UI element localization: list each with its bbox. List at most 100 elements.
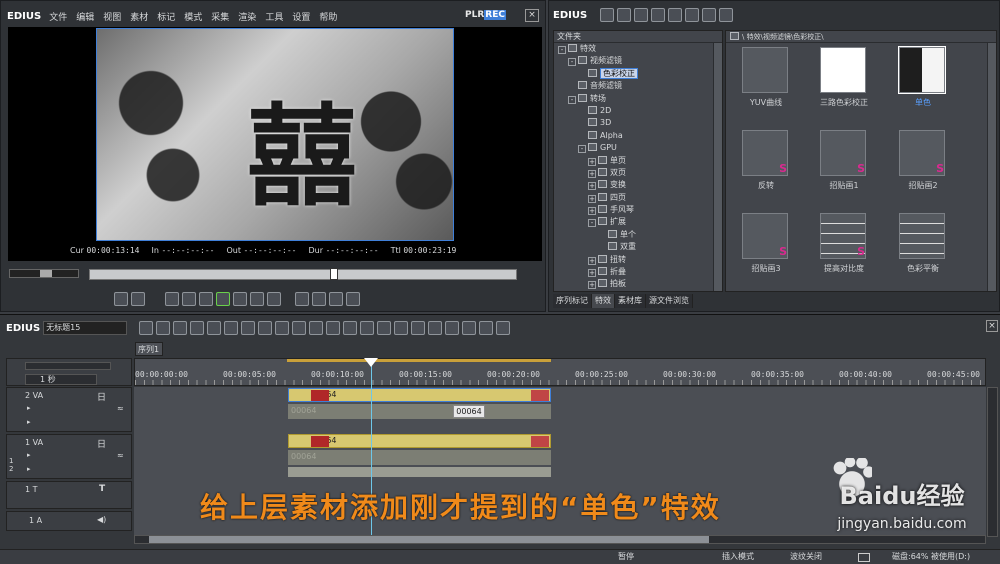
hscroll-thumb[interactable] (149, 536, 709, 543)
shuttle-handle[interactable] (40, 270, 52, 277)
tree-item-clapper[interactable]: + 拍板 (558, 278, 722, 290)
insert-to-timeline-icon[interactable] (295, 292, 309, 306)
plr-rec-switch[interactable]: PLRREC (465, 10, 506, 20)
collapse-icon[interactable]: - (558, 46, 566, 54)
expand-icon[interactable]: + (588, 207, 596, 216)
tile-yuv-curve[interactable] (742, 47, 788, 93)
lock-icon[interactable] (719, 8, 734, 22)
menu-view[interactable]: 视图 (103, 10, 121, 23)
tree-item-audio-filters[interactable]: 音频滤镜 (558, 80, 722, 92)
track-header-1a[interactable]: 1 A ◀) (6, 511, 132, 531)
export-icon[interactable] (346, 292, 360, 306)
tile-invert[interactable]: S (742, 130, 788, 176)
clip-upper[interactable]: 00064 (288, 388, 551, 402)
view-mode-icon[interactable] (702, 8, 717, 22)
toggle-icon[interactable] (428, 321, 443, 335)
video-toggle-icon[interactable]: 日 (97, 390, 106, 403)
tree-item-twist[interactable]: + 扭转 (558, 254, 722, 266)
collapse-icon[interactable]: - (588, 219, 596, 228)
render-icon[interactable] (411, 321, 426, 335)
tile-monochrome[interactable] (898, 46, 946, 94)
status-insert-mode[interactable]: 插入模式 (722, 550, 754, 564)
fast-forward-icon[interactable] (250, 292, 264, 306)
expand-arrow-icon[interactable]: ▸ (27, 418, 31, 426)
tree-item-transitions[interactable]: - 转场 (558, 93, 722, 105)
expand-icon[interactable]: + (588, 169, 596, 178)
audio-wave-icon[interactable]: ≈ (117, 451, 124, 460)
tree-scrollbar[interactable] (713, 43, 722, 291)
expand-icon[interactable]: + (588, 281, 596, 290)
properties-icon[interactable] (685, 8, 700, 22)
delete-clip-icon[interactable] (292, 321, 307, 335)
tree-item-double-page[interactable]: + 双页 (558, 167, 722, 179)
new-project-icon[interactable] (139, 321, 154, 335)
track-header-1va[interactable]: 1 VA 日 1 2 ▸ ▸ ≈ (6, 434, 132, 479)
expand-arrow-icon[interactable]: ▸ (27, 451, 31, 459)
tree-item-effects[interactable]: - 特效 (558, 43, 722, 55)
expand-icon[interactable]: + (588, 269, 596, 278)
expand-arrow-icon[interactable]: ▸ (27, 465, 31, 473)
title-icon[interactable] (377, 321, 392, 335)
tab-source-browser[interactable]: 源文件浏览 (646, 294, 693, 308)
menu-file[interactable]: 文件 (49, 10, 67, 23)
split-edit-icon[interactable] (329, 292, 343, 306)
tree-item-extend[interactable]: - 扩展 (558, 216, 722, 228)
menu-capture[interactable]: 采集 (211, 10, 229, 23)
expand-icon[interactable]: + (588, 182, 596, 191)
tab-sequence-markers[interactable]: 序列标记 (553, 294, 592, 308)
status-ripple[interactable]: 波纹关闭 (790, 550, 822, 564)
menu-marker[interactable]: 标记 (157, 10, 175, 23)
folder-icon[interactable] (600, 8, 615, 22)
tree-item-single-page[interactable]: + 单页 (558, 155, 722, 167)
expand-icon[interactable]: + (588, 157, 596, 166)
expand-arrow-icon[interactable]: ▸ (27, 404, 31, 412)
close-icon[interactable]: × (525, 9, 539, 22)
grid-icon[interactable] (445, 321, 460, 335)
position-bar[interactable] (89, 268, 517, 280)
tree-item-color-correction[interactable]: 色彩校正 (558, 67, 722, 80)
playhead-marker[interactable] (330, 268, 338, 280)
mixer-icon[interactable] (360, 321, 375, 335)
tree-item-3d[interactable]: 3D (558, 117, 722, 129)
overwrite-to-timeline-icon[interactable] (312, 292, 326, 306)
zoom-slider[interactable] (25, 362, 111, 370)
expand-icon[interactable]: + (588, 194, 596, 203)
video-toggle-icon[interactable]: 日 (97, 437, 106, 450)
track-header-2va[interactable]: 2 VA 日 ▸ ▸ ≈ (6, 387, 132, 432)
undo-icon[interactable] (326, 321, 341, 335)
collapse-icon[interactable]: - (568, 95, 576, 104)
recent-icon[interactable] (190, 321, 205, 335)
scale-label[interactable]: 1 秒 (25, 374, 97, 385)
tile-poster-2[interactable]: S (899, 130, 945, 176)
save-icon[interactable] (207, 321, 222, 335)
menu-mode[interactable]: 模式 (184, 10, 202, 23)
tree-item-accordion[interactable]: + 手风琴 (558, 204, 722, 216)
set-out-icon[interactable] (131, 292, 145, 306)
play-icon[interactable] (216, 292, 230, 306)
layout-icon[interactable] (496, 321, 511, 335)
loop-icon[interactable] (267, 292, 281, 306)
tree-item-video-filters[interactable]: - 视频滤镜 (558, 55, 722, 67)
cut-icon[interactable] (224, 321, 239, 335)
collapse-icon[interactable]: - (568, 58, 576, 67)
tree-item-four-page[interactable]: + 四页 (558, 192, 722, 204)
copy-icon[interactable] (241, 321, 256, 335)
tree-item-double[interactable]: 双重 (558, 241, 722, 253)
shuttle-slider[interactable] (9, 269, 79, 278)
clip-lower-audio[interactable]: 00064 (288, 450, 551, 465)
clip-lower[interactable]: 00064 (288, 434, 551, 448)
tree-item-gpu[interactable]: - GPU (558, 142, 722, 154)
tree-item-2d[interactable]: 2D (558, 105, 722, 117)
sequence-tab[interactable]: 序列1 (135, 342, 163, 356)
redo-icon[interactable] (343, 321, 358, 335)
replace-icon[interactable] (275, 321, 290, 335)
tile-poster-1[interactable]: S (820, 130, 866, 176)
tree-item-alpha[interactable]: Alpha (558, 130, 722, 142)
tab-bin[interactable]: 素材库 (615, 294, 646, 308)
stop-icon[interactable] (165, 292, 179, 306)
open-icon[interactable] (173, 321, 188, 335)
clip-upper-audio[interactable]: 00064 (288, 404, 551, 419)
tree-item-transform[interactable]: + 变换 (558, 179, 722, 191)
audio-wave-icon[interactable]: ≈ (117, 404, 124, 413)
track-header-1t[interactable]: 1 T T (6, 481, 132, 509)
